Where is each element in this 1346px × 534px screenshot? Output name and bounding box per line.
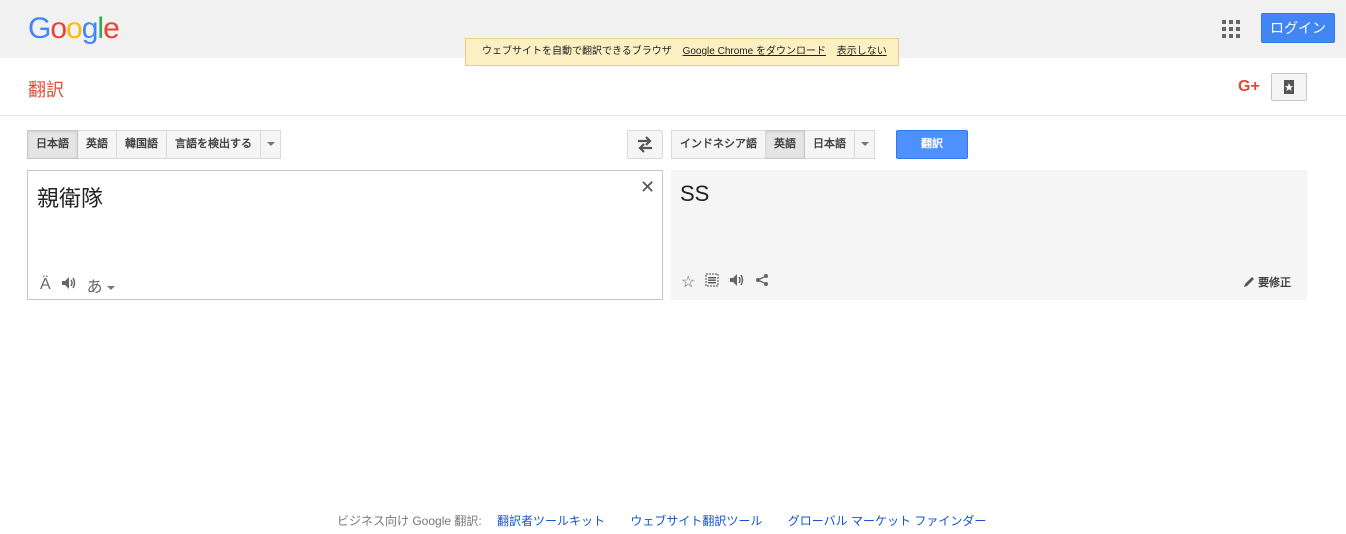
speaker-icon[interactable] <box>61 276 77 295</box>
source-text[interactable]: 親衛隊 <box>37 181 103 213</box>
target-lang-english[interactable]: 英語 <box>766 130 805 159</box>
footer-prefix: ビジネス向け Google 翻訳: <box>337 514 482 528</box>
logo-letter: e <box>103 12 120 45</box>
clear-icon[interactable]: ✕ <box>640 177 655 198</box>
google-logo[interactable]: Google <box>28 12 120 46</box>
chevron-down-icon <box>266 142 275 147</box>
dismiss-notice-link[interactable]: 表示しない <box>837 46 887 57</box>
input-method-icon[interactable]: あ <box>87 273 116 297</box>
footer-link-market-finder[interactable]: グローバル マーケット ファインダー <box>788 514 987 528</box>
source-tools: Ä あ <box>40 273 125 297</box>
suggest-edit-label: 要修正 <box>1258 277 1292 289</box>
translate-button[interactable]: 翻訳 <box>896 130 968 159</box>
star-icon[interactable]: ☆ <box>681 272 695 292</box>
page-title: 翻訳 <box>28 80 64 100</box>
suggest-edit-button[interactable]: 要修正 <box>1243 274 1291 290</box>
translation-text[interactable]: SS <box>680 181 709 207</box>
target-language-bar: インドネシア語 英語 日本語 <box>671 130 875 159</box>
notice-text: ウェブサイトを自動で翻訳できるブラウザ <box>482 46 672 57</box>
google-plus-icon[interactable]: G+ <box>1238 78 1260 96</box>
swap-languages-button[interactable] <box>627 130 663 159</box>
login-button[interactable]: ログイン <box>1261 13 1335 43</box>
romanization-icon[interactable]: Ä <box>40 276 51 294</box>
logo-letter: o <box>66 12 83 45</box>
phrasebook-icon <box>1284 80 1294 94</box>
target-lang-dropdown[interactable] <box>855 130 875 159</box>
chevron-down-icon <box>107 285 116 290</box>
source-language-bar: 日本語 英語 韓国語 言語を検出する <box>27 130 281 159</box>
swap-arrows-icon <box>638 136 652 153</box>
source-text-area[interactable]: 親衛隊 ✕ Ä あ <box>27 170 663 300</box>
apps-grid-icon[interactable] <box>1222 20 1240 38</box>
source-lang-detect[interactable]: 言語を検出する <box>167 130 261 159</box>
source-lang-dropdown[interactable] <box>261 130 281 159</box>
source-lang-japanese[interactable]: 日本語 <box>27 130 78 159</box>
footer: ビジネス向け Google 翻訳: 翻訳者ツールキット ウェブサイト翻訳ツール … <box>337 512 986 529</box>
logo-letter: o <box>50 12 67 45</box>
footer-link-website-translator[interactable]: ウェブサイト翻訳ツール <box>630 514 762 528</box>
target-lang-japanese[interactable]: 日本語 <box>805 130 855 159</box>
speaker-icon[interactable] <box>729 273 745 292</box>
source-lang-english[interactable]: 英語 <box>78 130 117 159</box>
logo-letter: g <box>81 12 99 45</box>
footer-link-translator-toolkit[interactable]: 翻訳者ツールキット <box>497 514 605 528</box>
chevron-down-icon <box>860 142 869 147</box>
target-lang-indonesian[interactable]: インドネシア語 <box>671 130 766 159</box>
chrome-download-link[interactable]: Google Chrome をダウンロード <box>683 46 826 57</box>
phrasebook-button[interactable] <box>1271 73 1307 101</box>
share-icon[interactable] <box>755 273 769 292</box>
sub-header: 翻訳 G+ <box>0 58 1346 116</box>
source-lang-korean[interactable]: 韓国語 <box>117 130 167 159</box>
logo-letter: G <box>28 12 51 45</box>
translation-result-area: SS ☆ 要修正 <box>671 170 1307 300</box>
pencil-icon <box>1244 277 1254 287</box>
copy-list-icon[interactable] <box>705 272 719 292</box>
result-tools: ☆ <box>681 272 779 292</box>
